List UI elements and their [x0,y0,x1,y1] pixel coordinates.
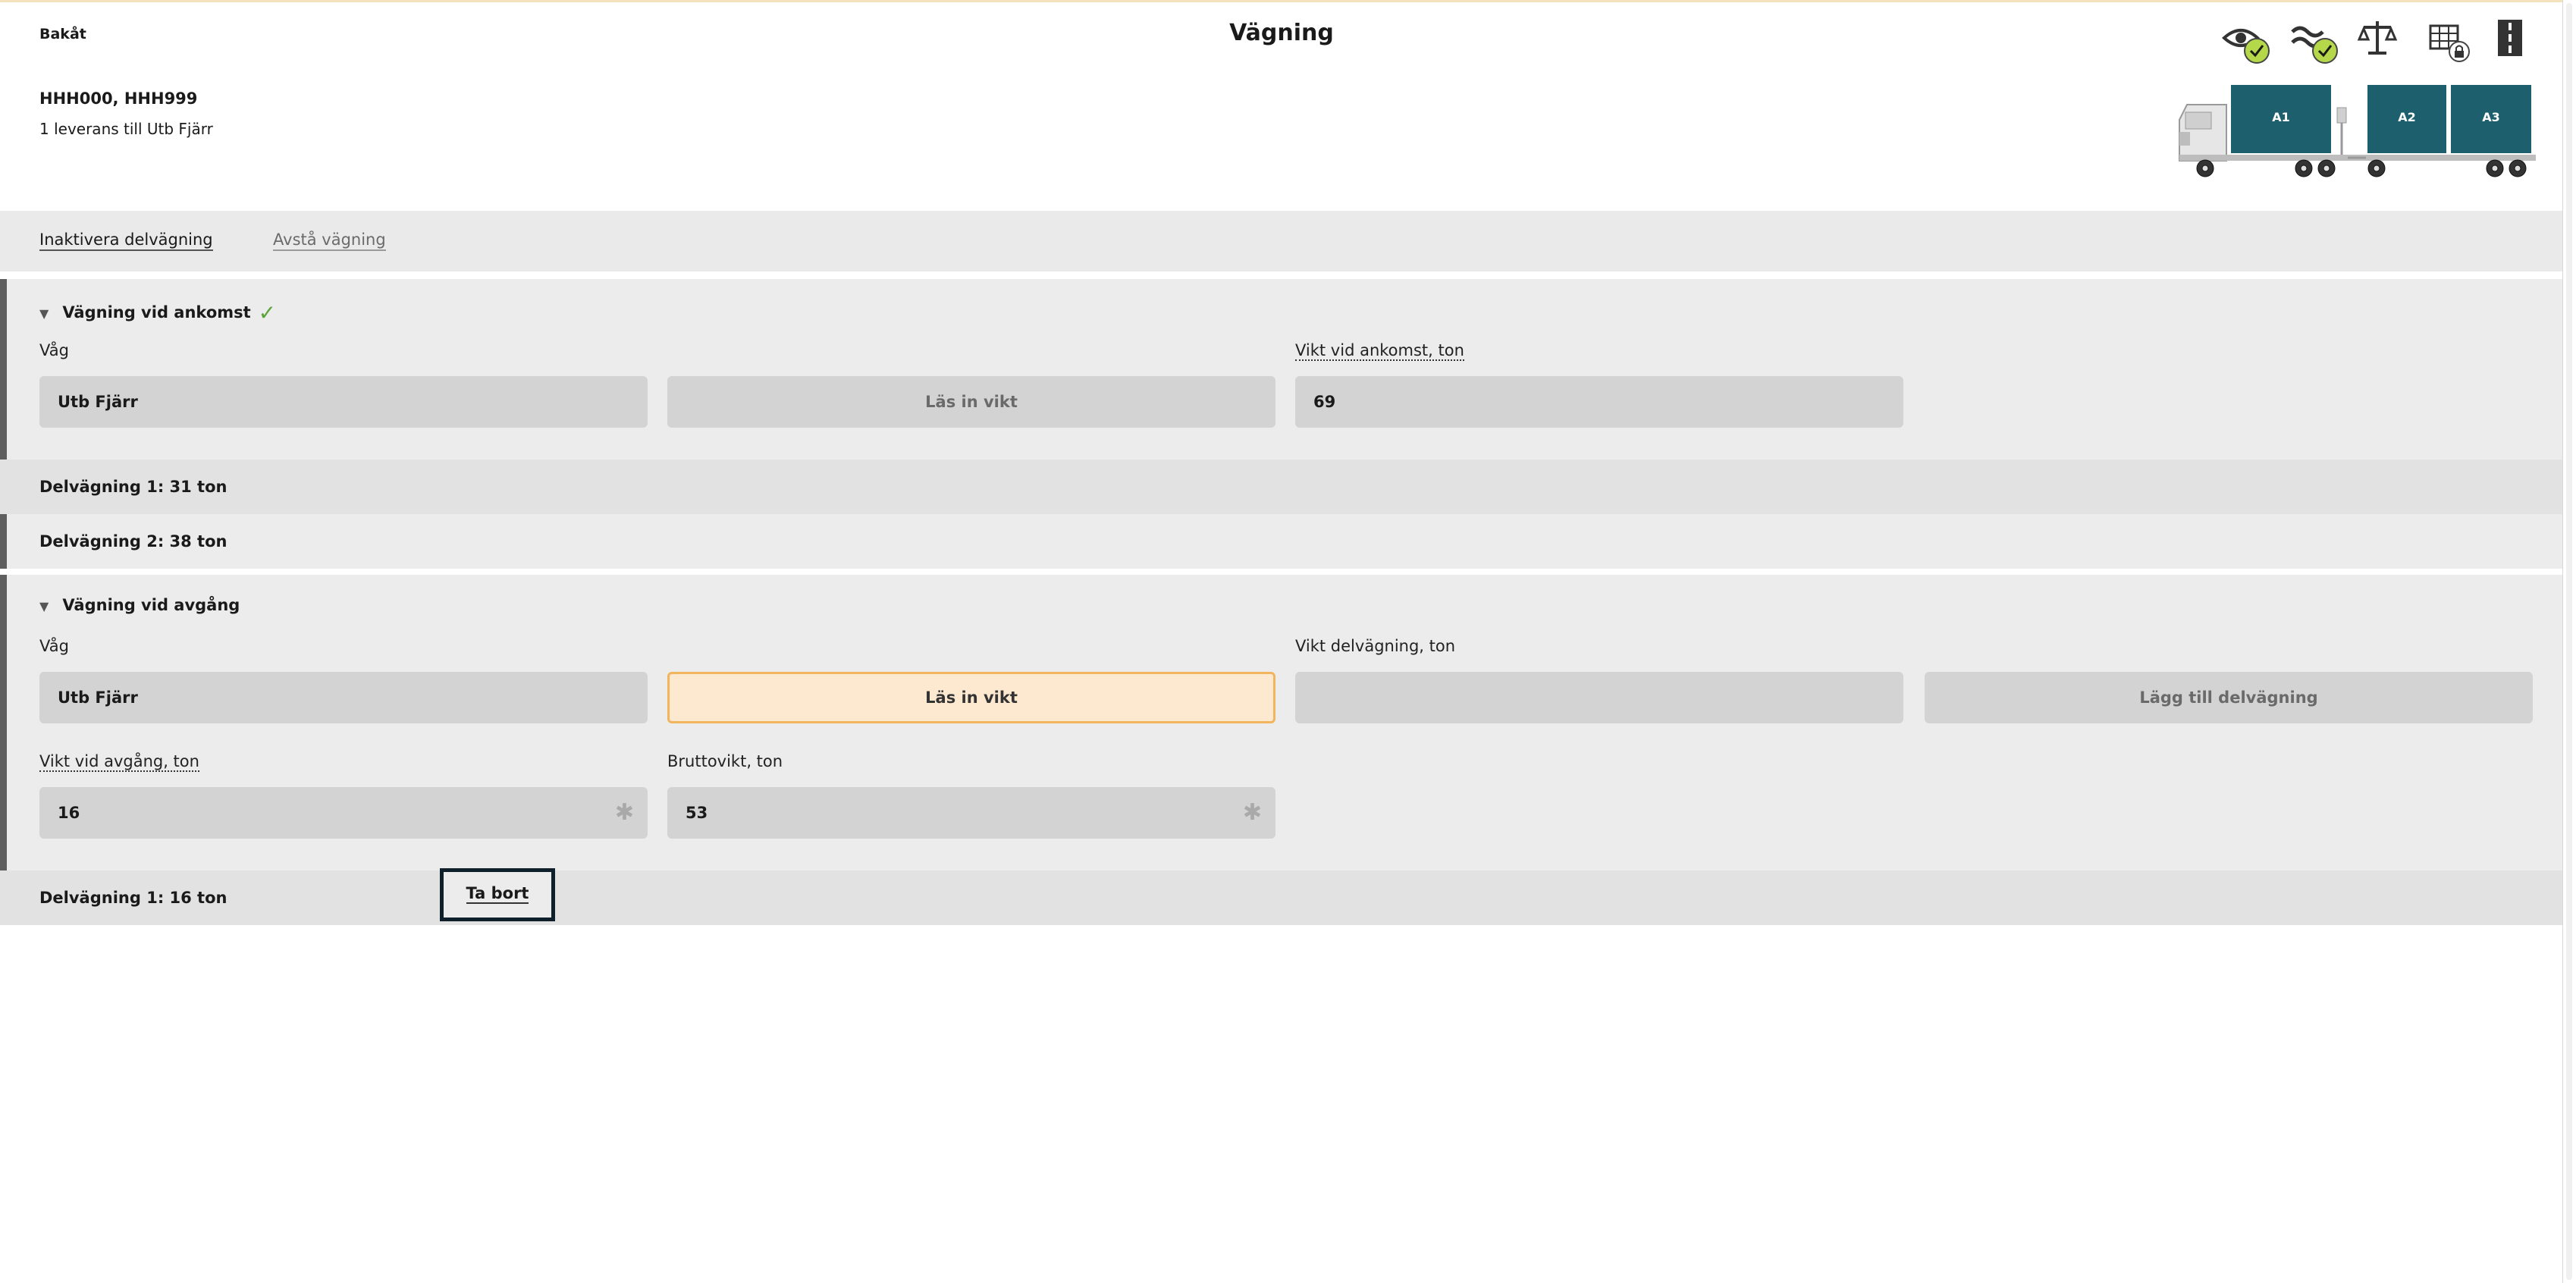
departure-partial-row: Delvägning 1: 16 ton [0,870,2563,925]
compartment-a2-label: A2 [2398,110,2416,124]
arrival-scale-label: Våg [39,341,69,359]
departure-scale-label: Våg [39,637,69,655]
arrival-header-label: Vägning vid ankomst [62,303,251,322]
vertical-scrollbar[interactable] [2562,0,2576,1283]
check-badge-icon [2312,38,2338,64]
back-link[interactable]: Bakåt [39,26,86,42]
departure-header-label: Vägning vid avgång [62,596,240,614]
arrival-partial-1: Delvägning 1: 31 ton [39,478,227,496]
wave-icon[interactable] [2286,15,2338,64]
gross-weight-value: 53 [686,804,708,822]
collapse-triangle-icon: ▼ [39,306,49,321]
deactivate-partial-weighing-link[interactable]: Inaktivera delvägning [39,231,213,251]
vehicle-diagram: A1 A2 A3 [2176,82,2539,182]
delivery-info: 1 leverans till Utb Fjärr [39,120,213,138]
partial-weight-field[interactable] [1295,672,1903,723]
eye-icon[interactable] [2218,15,2270,64]
checkmark-icon: ✓ [258,300,277,325]
required-asterisk-icon: ✱ [614,799,634,826]
scale-icon[interactable] [2355,15,2400,61]
remove-partial-button[interactable]: Ta bort [440,868,555,921]
arrival-read-weight-button[interactable]: Läs in vikt [667,376,1275,428]
departure-weight-label: Vikt vid avgång, ton [39,752,199,772]
arrival-weight-label: Vikt vid ankomst, ton [1295,341,1464,361]
departure-weight-field[interactable]: 16 ✱ [39,787,648,839]
arrival-weight-field[interactable]: 69 [1295,376,1903,428]
departure-read-weight-button[interactable]: Läs in vikt [667,672,1275,723]
departure-partial-1: Delvägning 1: 16 ton [39,889,227,907]
gross-weight-field[interactable]: 53 ✱ [667,787,1275,839]
status-icon-bar [2218,15,2533,70]
departure-weighing-section: ▼ Vägning vid avgång Våg Vikt delvägning,… [0,575,2563,925]
departure-scale-field[interactable]: Utb Fjärr [39,672,648,723]
arrival-partial-row: Delvägning 1: 31 ton [0,460,2563,514]
page-title: Vägning [1229,20,1334,46]
grid-icon[interactable] [2423,15,2470,62]
compartment-a1-label: A1 [2272,110,2290,124]
check-badge-icon [2244,38,2270,64]
road-icon[interactable] [2487,15,2533,61]
collapse-triangle-icon: ▼ [39,599,49,613]
partial-weight-label: Vikt delvägning, ton [1295,637,1456,655]
skip-weighing-link[interactable]: Avstå vägning [273,231,386,251]
departure-section-header[interactable]: ▼ Vägning vid avgång [39,596,240,614]
arrival-scale-field[interactable]: Utb Fjärr [39,376,648,428]
arrival-partial-2: Delvägning 2: 38 ton [39,532,227,551]
top-accent-line [0,0,2563,2]
arrival-weighing-section: ▼ Vägning vid ankomst ✓ Våg Vikt vid ankom… [0,279,2563,569]
arrival-section-header[interactable]: ▼ Vägning vid ankomst ✓ [39,300,276,325]
scrollbar-thumb[interactable] [2566,3,2572,1280]
compartment-a3-label: A3 [2482,110,2500,124]
add-partial-weighing-button[interactable]: Lägg till delvägning [1925,672,2533,723]
remove-partial-label: Ta bort [466,884,529,904]
action-bar: Inaktivera delvägning Avstå vägning [0,211,2563,271]
arrival-partial-row: Delvägning 2: 38 ton [0,514,2563,569]
gross-weight-label: Bruttovikt, ton [667,752,783,770]
vehicle-plates: HHH000, HHH999 [39,89,198,108]
departure-weight-value: 16 [58,804,80,822]
required-asterisk-icon: ✱ [1242,799,1262,826]
lock-icon [2449,41,2470,62]
